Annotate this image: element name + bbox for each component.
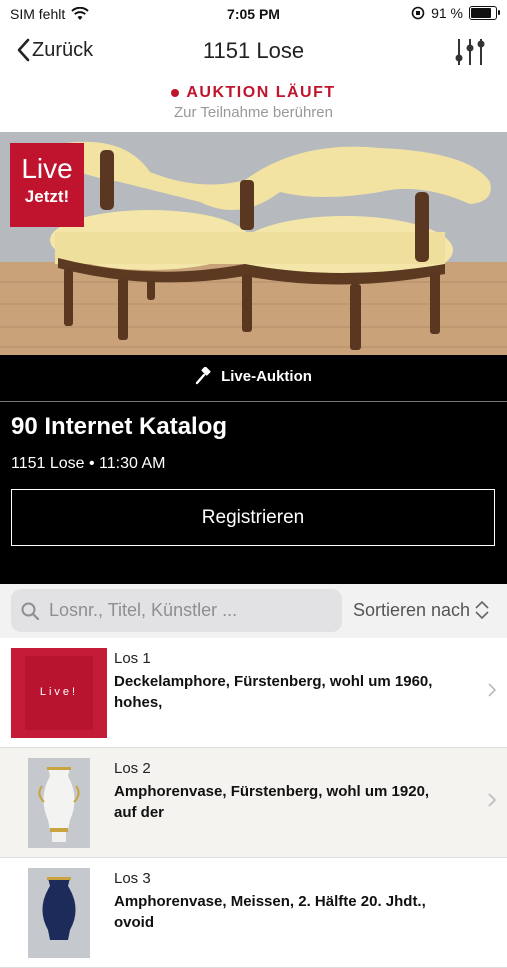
battery-percent: 91 %	[431, 5, 463, 21]
lot-list: Live! Los 1 Deckelamphore, Fürstenberg, …	[0, 638, 507, 968]
catalog-title: 90 Internet Katalog	[11, 413, 228, 440]
sort-chevrons-icon	[475, 600, 489, 620]
lot-number: Los 1	[114, 650, 151, 667]
lot-thumbnail	[28, 758, 90, 848]
auction-live-banner[interactable]: AUKTION LÄUFT Zur Teilnahme berühren	[0, 84, 507, 121]
auction-status: AUKTION LÄUFT	[186, 84, 336, 101]
auction-type-label: Live-Auktion	[221, 367, 312, 385]
lot-title: Amphorenvase, Fürstenberg, wohl um 1920,…	[114, 783, 430, 821]
live-dot-icon	[171, 89, 180, 97]
orientation-lock-icon	[411, 6, 425, 20]
lot-title: Amphorenvase, Meissen, 2. Hälfte 20. Jhd…	[114, 893, 426, 931]
list-item[interactable]: Live! Los 1 Deckelamphore, Fürstenberg, …	[0, 638, 507, 748]
chevron-right-icon	[488, 793, 497, 807]
battery-icon	[469, 6, 500, 20]
sort-label: Sortieren nach	[353, 599, 471, 620]
live-now-badge: Live Jetzt!	[10, 143, 84, 227]
auction-hint: Zur Teilnahme berühren	[174, 104, 333, 121]
lot-thumbnail	[28, 868, 90, 958]
lot-thumbnail: Live!	[11, 648, 107, 738]
auction-info-panel: Live-Auktion 90 Internet Katalog 1151 Lo…	[0, 355, 507, 584]
register-button[interactable]: Registrieren	[11, 489, 495, 546]
vase-image	[28, 758, 90, 848]
lot-number: Los 2	[114, 760, 151, 777]
divider	[0, 401, 507, 402]
search-field[interactable]	[11, 589, 342, 632]
chevron-right-icon	[488, 683, 497, 697]
navigation-bar: Zurück 1151 Lose	[0, 30, 507, 74]
page-title: 1151 Lose	[202, 38, 305, 63]
search-input[interactable]	[47, 599, 331, 622]
vase-image	[28, 868, 90, 958]
list-item[interactable]: Los 3 Amphorenvase, Meissen, 2. Hälfte 2…	[0, 858, 507, 968]
list-item[interactable]: Los 2 Amphorenvase, Fürstenberg, wohl um…	[0, 748, 507, 858]
gavel-icon	[195, 367, 211, 385]
sort-button[interactable]: Sortieren nach	[353, 599, 492, 621]
search-icon	[21, 602, 39, 620]
search-bar: Sortieren nach	[0, 584, 507, 638]
status-bar: SIM fehlt 7:05 PM 91 %	[0, 0, 507, 28]
filter-button[interactable]	[455, 36, 485, 73]
lot-number: Los 3	[114, 870, 151, 887]
sliders-icon	[455, 39, 485, 65]
auction-meta: 1151 Lose • 11:30 AM	[11, 455, 166, 472]
lot-title: Deckelamphore, Fürstenberg, wohl um 1960…	[114, 673, 433, 711]
